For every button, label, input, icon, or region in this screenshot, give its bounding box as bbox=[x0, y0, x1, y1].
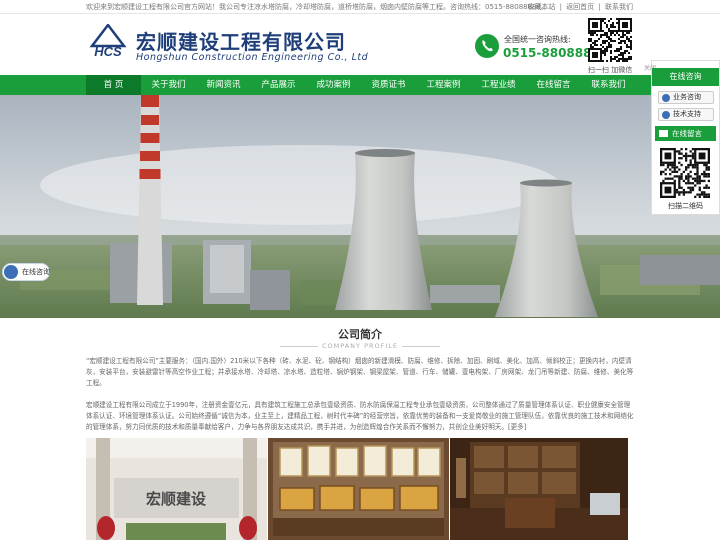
brand-name-cn[interactable]: 宏顺建设工程有限公司 bbox=[136, 26, 346, 55]
consult-float-label: 在线咨询 bbox=[22, 268, 50, 276]
cooling-tower-banner bbox=[0, 95, 720, 318]
hcs-logo-icon[interactable]: HCS bbox=[86, 24, 130, 60]
chat-icon bbox=[662, 94, 670, 102]
business-consult-button[interactable]: 业务咨询 bbox=[658, 91, 714, 104]
nav-item-6[interactable]: 工程案例 bbox=[416, 75, 471, 95]
bookmark-link[interactable]: 收藏本站 bbox=[527, 3, 555, 11]
nav-item-5[interactable]: 资质证书 bbox=[361, 75, 416, 95]
panel-title: 在线咨询 bbox=[652, 68, 719, 86]
main-nav: 首 页关于我们 新闻资讯 产品展示 成功案例 资质证书 工程案例 工程业绩 在线留言 联系我们 bbox=[0, 75, 720, 95]
nav-item-0[interactable]: 首 页 bbox=[86, 75, 141, 95]
welcome-text: 欢迎来到宏顺建设工程有限公司官方网站！我公司专注凉水塔防腐，冷却塔防腐，道桥塔防… bbox=[86, 3, 548, 11]
header: HCS 宏顺建设工程有限公司 Hongshun Construction Eng… bbox=[0, 14, 720, 75]
leave-message-button[interactable]: 在线留言 bbox=[655, 126, 716, 141]
top-links: 收藏本站 | 返回首页 | 联系我们 bbox=[527, 3, 633, 11]
nav-item-4[interactable]: 成功案例 bbox=[306, 75, 361, 95]
agent-avatar bbox=[4, 265, 18, 279]
wechat-qr-icon bbox=[588, 18, 632, 62]
nav-item-2[interactable]: 新闻资讯 bbox=[196, 75, 251, 95]
online-service-panel: 关闭 在线咨询 业务咨询 技术支持 在线留言 扫描二维码 bbox=[644, 60, 720, 215]
lobby-sign: 宏顺建设 bbox=[146, 490, 206, 508]
about-paragraph-1: “宏顺建设工程有限公司”主要服务：（国内.国外）210米以下各种（砖、水泥、砼、… bbox=[86, 357, 634, 387]
contact-link[interactable]: 联系我们 bbox=[605, 3, 633, 11]
home-link[interactable]: 返回首页 bbox=[566, 3, 594, 11]
nav-item-9[interactable]: 联系我们 bbox=[581, 75, 636, 95]
panel-qr-caption: 扫描二维码 bbox=[668, 202, 703, 210]
top-bar: 欢迎来到宏顺建设工程有限公司官方网站！我公司专注凉水塔防腐，冷却塔防腐，道桥塔防… bbox=[0, 0, 720, 14]
about-title: 公司简介 bbox=[338, 328, 382, 341]
chat-icon bbox=[662, 111, 670, 119]
phone-icon bbox=[475, 34, 499, 58]
envelope-icon bbox=[659, 130, 668, 137]
panel-qr-icon bbox=[660, 148, 710, 198]
nav-item-3[interactable]: 产品展示 bbox=[251, 75, 306, 95]
lobby-photo[interactable]: 宏顺建设 bbox=[86, 438, 267, 540]
qr-caption: 扫一扫 加微信 bbox=[588, 66, 633, 74]
tech-support-button[interactable]: 技术支持 bbox=[658, 108, 714, 121]
svg-text:HCS: HCS bbox=[94, 44, 122, 59]
consult-float-button[interactable]: 在线咨询 bbox=[2, 263, 50, 281]
phone-label: 全国统一咨询热线: bbox=[504, 35, 571, 44]
nav-item-1[interactable]: 关于我们 bbox=[141, 75, 196, 95]
nav-item-7[interactable]: 工程业绩 bbox=[471, 75, 526, 95]
certificates-photo[interactable] bbox=[268, 438, 449, 540]
about-subtitle: COMPANY PROFILE bbox=[0, 342, 720, 350]
nav-item-8[interactable]: 在线留言 bbox=[526, 75, 581, 95]
office-photo[interactable] bbox=[450, 438, 628, 540]
brand-name-en: Hongshun Construction Engineering Co., L… bbox=[136, 52, 369, 63]
about-paragraph-2[interactable]: 宏顺建设工程有限公司成立于1990年，注册资金壹亿元，具有建筑工程施工总承包壹级… bbox=[86, 400, 634, 433]
